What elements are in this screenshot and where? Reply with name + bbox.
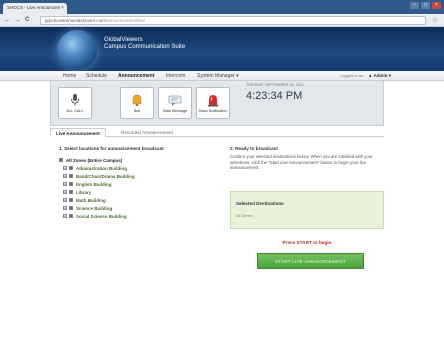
- tree-item-checkbox[interactable]: [69, 166, 73, 170]
- start-live-announcement-button[interactable]: START LIVE ANNOUNCEMENT: [257, 253, 364, 269]
- bell-icon: [132, 94, 142, 107]
- tree-item-label: Administration Building: [76, 165, 127, 171]
- announcement-tabs: Live Announcement Recorded Announcement: [50, 126, 384, 137]
- step2-instructions: Confirm your selected destinations below…: [230, 154, 373, 171]
- expand-icon[interactable]: +: [63, 182, 67, 186]
- logged-in-label: Logged in as: [340, 73, 363, 78]
- nav-system-manager[interactable]: System Manager ▾: [197, 73, 239, 79]
- maximize-icon[interactable]: □: [421, 2, 430, 9]
- siren-icon: [208, 95, 218, 107]
- minimize-icon[interactable]: –: [410, 2, 419, 9]
- all-call-button[interactable]: ALL CALL: [58, 87, 92, 119]
- brand-tagline: Campus Communication Suite: [104, 44, 186, 50]
- bell-button[interactable]: Bell: [120, 87, 154, 119]
- bell-label: Bell: [133, 109, 141, 113]
- expand-icon[interactable]: +: [63, 206, 67, 210]
- tree-item-checkbox[interactable]: [69, 182, 73, 186]
- brand: GlobalViewers Campus Communication Suite: [104, 37, 185, 51]
- app-banner: GlobalViewers Campus Communication Suite: [0, 27, 444, 71]
- tree-item: + English Building: [59, 180, 209, 188]
- tree-item: + Library: [59, 188, 209, 196]
- selected-destinations-title: Selected Destinations: [236, 201, 284, 206]
- globe-logo-icon: [57, 30, 97, 70]
- browser-toolbar: ← → C grjcds.extremeclassroom.com/announ…: [0, 14, 444, 27]
- tree-item-checkbox[interactable]: [69, 198, 73, 202]
- mass-notification-label: Mass Notification: [198, 109, 228, 113]
- browser-tab[interactable]: SHOCS - Live Announcem ×: [3, 3, 67, 14]
- tree-item-label: Band/Choir/Drama Building: [76, 173, 135, 179]
- browser-tab-strip: SHOCS - Live Announcem × – □ ×: [0, 0, 444, 14]
- brand-name: GlobalViewers: [104, 37, 143, 43]
- tree-item-label: Social Science Building: [76, 213, 127, 219]
- tab-close-icon[interactable]: ×: [61, 5, 64, 11]
- tree-root-label: All Zones (Entire Campus): [66, 157, 123, 163]
- tab-live-announcement[interactable]: Live Announcement: [50, 128, 106, 137]
- tree-root: All Zones (Entire Campus): [59, 156, 209, 164]
- tree-item: + Administration Building: [59, 164, 209, 172]
- selected-destinations-value: All Zones: [236, 213, 253, 218]
- address-bar[interactable]: grjcds.extremeclassroom.com/announcement…: [40, 16, 426, 25]
- tree-item-checkbox[interactable]: [69, 174, 73, 178]
- message-icon: [168, 95, 182, 106]
- expand-icon[interactable]: +: [63, 190, 67, 194]
- window-close-icon[interactable]: ×: [432, 2, 441, 9]
- tree-item-label: Math Building: [76, 197, 106, 203]
- mass-notification-button[interactable]: Mass Notification: [196, 87, 230, 119]
- tree-item-checkbox[interactable]: [69, 206, 73, 210]
- press-start-prompt: Press START to begin: [282, 240, 332, 245]
- user-menu[interactable]: ▲ Admin ▾: [368, 73, 391, 79]
- tree-item: + Math Building: [59, 196, 209, 204]
- tree-item-label: English Building: [76, 181, 112, 187]
- bookmark-star-icon[interactable]: ☆: [432, 16, 438, 24]
- nav-home[interactable]: Home: [63, 73, 76, 79]
- url-host: grjcds.extremeclassroom.com: [45, 18, 105, 23]
- url-path: /announcement/live/: [104, 18, 146, 23]
- current-time: 4:23:34 PM: [246, 90, 303, 102]
- tree-item: + Science Building: [59, 204, 209, 212]
- nav-schedule[interactable]: Schedule: [86, 73, 107, 79]
- current-date: TUESDAY, SEPTEMBER 13, 2011: [246, 83, 304, 87]
- expand-icon[interactable]: +: [63, 214, 67, 218]
- expand-icon[interactable]: +: [63, 198, 67, 202]
- nav-intercom[interactable]: Intercom: [166, 73, 185, 79]
- tree-item-label: Science Building: [76, 205, 113, 211]
- location-tree: All Zones (Entire Campus) + Administrati…: [59, 156, 209, 220]
- tree-item-checkbox[interactable]: [69, 214, 73, 218]
- forward-icon[interactable]: →: [14, 17, 21, 24]
- main-nav: Home Schedule Announcement Intercom Syst…: [0, 71, 444, 81]
- tab-recorded-announcement[interactable]: Recorded Announcement: [116, 128, 178, 137]
- reload-icon[interactable]: C: [25, 17, 29, 24]
- expand-icon[interactable]: +: [63, 174, 67, 178]
- browser-tab-title: SHOCS - Live Announcem: [7, 5, 61, 10]
- expand-icon[interactable]: +: [63, 166, 67, 170]
- all-call-label: ALL CALL: [66, 109, 84, 113]
- step1-heading: 1. Select locations for announcement bro…: [59, 146, 164, 151]
- window-controls: – □ ×: [410, 2, 441, 9]
- tree-item-checkbox[interactable]: [69, 190, 73, 194]
- back-icon[interactable]: ←: [4, 17, 11, 24]
- tree-item: + Band/Choir/Drama Building: [59, 172, 209, 180]
- step2-heading: 2. Ready to broadcast: [230, 146, 278, 151]
- tree-item-label: Library: [76, 189, 92, 195]
- data-message-label: Data Message: [162, 109, 188, 113]
- microphone-icon: [71, 94, 79, 106]
- tree-item: + Social Science Building: [59, 212, 209, 220]
- selected-destinations-box: Selected Destinations All Zones: [230, 191, 384, 229]
- data-message-button[interactable]: Data Message: [158, 87, 192, 119]
- nav-announcement[interactable]: Announcement: [118, 73, 154, 79]
- tree-root-checkbox[interactable]: [59, 158, 63, 162]
